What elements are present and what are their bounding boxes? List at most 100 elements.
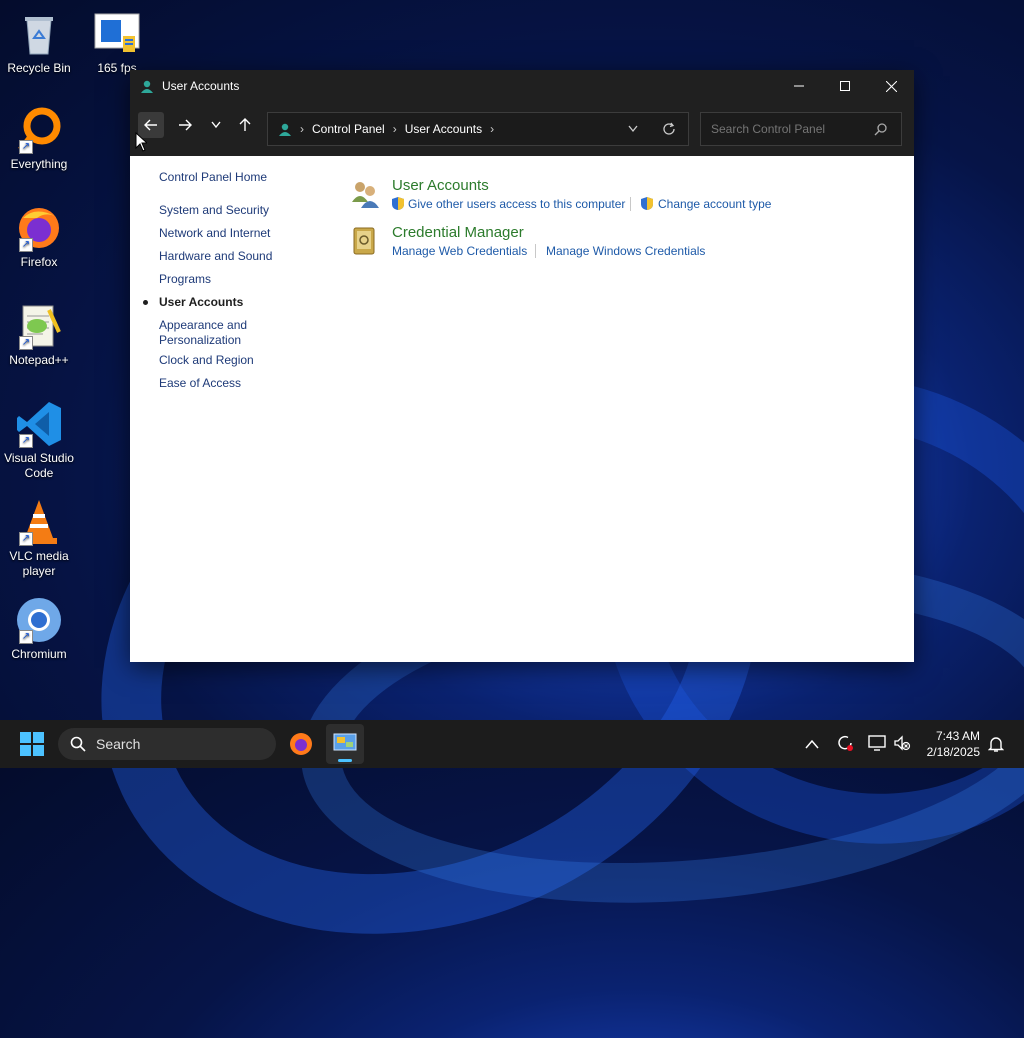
desktop-icon-notepadpp[interactable]: ↗ Notepad++: [0, 302, 78, 368]
desktop-icon-firefox[interactable]: ↗ Firefox: [0, 204, 78, 270]
search-input[interactable]: [709, 121, 863, 137]
shortcut-arrow-icon: ↗: [19, 140, 33, 154]
forward-button[interactable]: [172, 112, 198, 138]
shortcut-arrow-icon: ↗: [19, 532, 33, 546]
vscode-icon: ↗: [15, 400, 63, 448]
control-panel-window: User Accounts › Control Panel › User Acc…: [130, 70, 914, 662]
search-icon: [70, 736, 86, 752]
notepadpp-icon: ↗: [15, 302, 63, 350]
sync-tray-button[interactable]: [836, 734, 854, 757]
desktop-icon-label: Chromium: [11, 647, 67, 661]
category-title-user-accounts[interactable]: User Accounts: [392, 177, 489, 194]
category-title-credential-manager[interactable]: Credential Manager: [392, 224, 524, 241]
shortcut-arrow-icon: ↗: [19, 630, 33, 644]
user-accounts-category-icon: [352, 182, 379, 208]
address-bar[interactable]: › Control Panel › User Accounts ›: [267, 112, 689, 146]
desktop-icon-165fps[interactable]: 165 fps: [78, 10, 156, 76]
desktop-icon-everything[interactable]: ↗ Everything: [0, 106, 78, 172]
content-area: Control Panel Home System and Security N…: [130, 156, 914, 662]
sidebar-item-clock-region[interactable]: Clock and Region: [159, 353, 254, 367]
sidebar-item-label: Appearance and: [159, 318, 248, 332]
link-manage-web-credentials[interactable]: Manage Web Credentials: [392, 244, 527, 258]
taskbar-clock[interactable]: 7:43 AM 2/18/2025: [927, 728, 980, 760]
link-give-other-users-access[interactable]: Give other users access to this computer: [408, 197, 625, 211]
sidebar-item-ease-of-access[interactable]: Ease of Access: [159, 376, 241, 390]
mouse-cursor-icon: [135, 132, 147, 152]
vlc-icon: ↗: [15, 498, 63, 546]
search-box[interactable]: [700, 112, 902, 146]
desktop-icon-label: Notepad++: [9, 353, 69, 367]
windows-logo-icon: [20, 732, 44, 756]
desktop-icon-vscode[interactable]: ↗ Visual Studio Code: [0, 400, 78, 481]
link-manage-windows-credentials[interactable]: Manage Windows Credentials: [546, 244, 705, 258]
start-button[interactable]: [20, 732, 44, 761]
maximize-icon: [840, 81, 850, 91]
breadcrumb-control-panel[interactable]: Control Panel: [312, 122, 385, 136]
sidebar-item-programs[interactable]: Programs: [159, 272, 211, 286]
minimize-icon: [794, 85, 804, 87]
desktop-icon-recycle-bin[interactable]: Recycle Bin: [0, 10, 78, 76]
sidebar-item-hardware-sound[interactable]: Hardware and Sound: [159, 249, 272, 263]
notifications-button[interactable]: [987, 735, 1005, 758]
forward-arrow-icon: [179, 119, 192, 131]
desktop-icon-label: Recycle Bin: [7, 61, 71, 75]
close-icon: [885, 80, 897, 92]
shortcut-arrow-icon: ↗: [19, 336, 33, 350]
maximize-button[interactable]: [822, 70, 868, 102]
taskbar-search-label: Search: [96, 736, 141, 752]
credential-manager-icon: [353, 227, 375, 255]
refresh-icon[interactable]: [662, 122, 676, 136]
control-panel-icon: [333, 733, 357, 751]
sidebar-item-label: User Accounts: [159, 295, 244, 309]
navigation-bar: › Control Panel › User Accounts ›: [130, 102, 914, 156]
address-dropdown-icon[interactable]: [628, 125, 638, 133]
show-hidden-icons-button[interactable]: [805, 736, 819, 754]
current-item-bullet: [143, 300, 148, 305]
recent-locations-button[interactable]: [203, 112, 229, 138]
chevron-up-icon: [805, 739, 819, 749]
close-button[interactable]: [868, 70, 914, 102]
clock-date: 2/18/2025: [926, 745, 980, 759]
link-separator: [535, 244, 536, 258]
breadcrumb-separator-icon: ›: [392, 122, 397, 136]
link-change-account-type[interactable]: Change account type: [658, 197, 771, 211]
desktop-icon-chromium[interactable]: ↗ Chromium: [0, 596, 78, 662]
active-app-indicator: [338, 759, 352, 762]
breadcrumb-separator-icon: ›: [300, 122, 304, 136]
uac-shield-icon: [392, 197, 404, 210]
desktop-icon-label: VLC media player: [9, 549, 69, 578]
volume-tray-button[interactable]: [893, 734, 911, 757]
display-tray-button[interactable]: [868, 734, 886, 757]
search-icon[interactable]: [874, 122, 887, 136]
volume-muted-icon: [894, 735, 911, 751]
sidebar-item-appearance[interactable]: Appearance and Personalization: [159, 318, 247, 348]
link-separator: [630, 197, 631, 211]
sidebar-item-system-security[interactable]: System and Security: [159, 203, 269, 217]
window-title: User Accounts: [162, 79, 240, 93]
sidebar-item-user-accounts[interactable]: User Accounts: [143, 295, 244, 309]
chevron-down-icon: [211, 121, 221, 129]
minimize-button[interactable]: [776, 70, 822, 102]
sidebar-item-control-panel-home[interactable]: Control Panel Home: [159, 170, 267, 184]
uac-shield-icon: [641, 197, 653, 210]
taskbar-search-box[interactable]: Search: [58, 728, 276, 760]
sync-icon: [838, 735, 853, 751]
taskbar-firefox-button[interactable]: [289, 732, 313, 761]
monitor-icon: [868, 735, 886, 751]
desktop-icon-vlc[interactable]: ↗ VLC media player: [0, 498, 78, 579]
desktop-icon-label: Everything: [10, 157, 68, 171]
recycle-bin-icon: [15, 10, 63, 58]
firefox-icon: ↗: [15, 204, 63, 252]
user-accounts-icon: [141, 80, 153, 93]
shortcut-arrow-icon: ↗: [19, 238, 33, 252]
everything-search-icon: ↗: [15, 106, 63, 154]
desktop-icon-label: Firefox: [20, 255, 58, 269]
up-button[interactable]: [232, 112, 258, 138]
back-arrow-icon: [144, 119, 157, 131]
shortcut-arrow-icon: ↗: [19, 434, 33, 448]
up-arrow-icon: [239, 118, 251, 131]
sidebar-item-network-internet[interactable]: Network and Internet: [159, 226, 270, 240]
title-bar[interactable]: User Accounts: [130, 70, 914, 102]
taskbar-control-panel-button[interactable]: [326, 724, 364, 764]
breadcrumb-user-accounts[interactable]: User Accounts: [405, 122, 482, 136]
